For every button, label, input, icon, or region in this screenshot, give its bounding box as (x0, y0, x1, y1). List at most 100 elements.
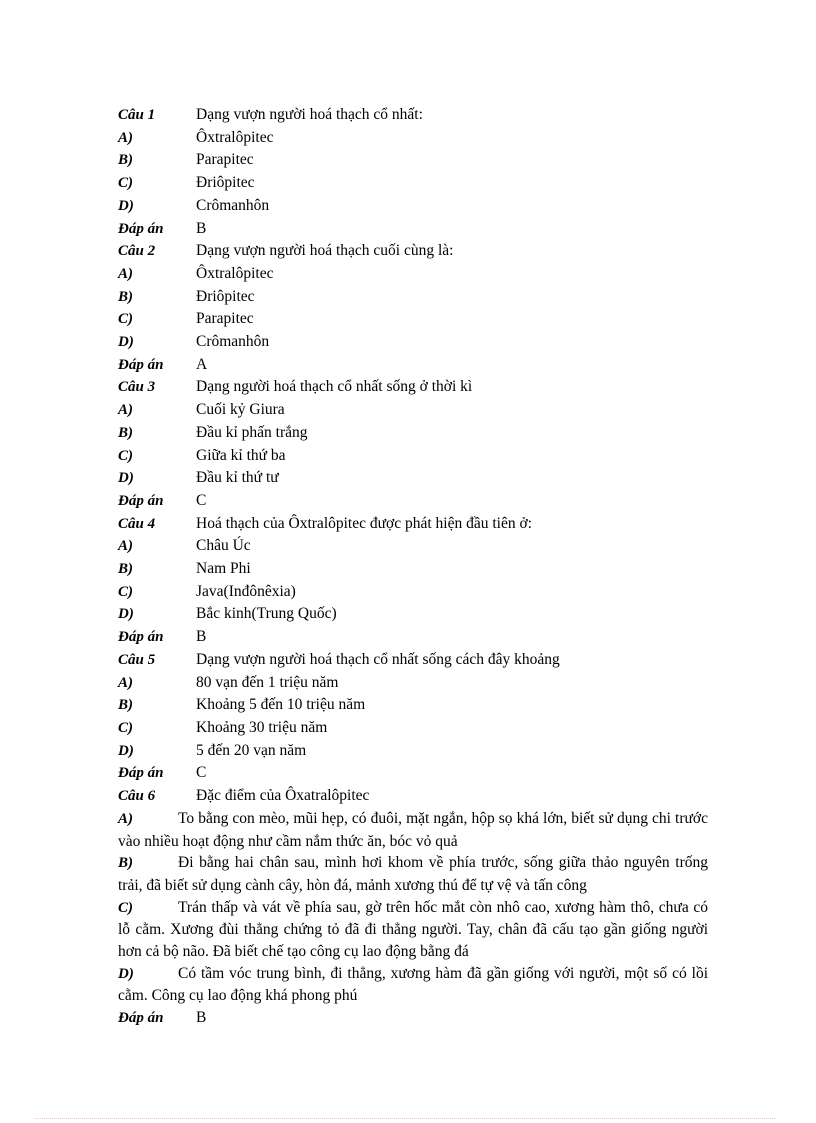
option-text: Ôxtralôpitec (196, 128, 274, 146)
question-prompt: Dạng người hoá thạch cổ nhất sống ở thời… (196, 378, 473, 396)
option-text: Có tầm vóc trung bình, đi thẳng, xương h… (118, 964, 708, 1005)
option-row[interactable]: D) Crômanhôn (118, 331, 708, 354)
option-text: Nam Phi (196, 560, 251, 578)
quiz-content: Câu 1 Dạng vượn người hoá thạch cổ nhất:… (118, 104, 708, 1030)
option-text: 5 đến 20 vạn năm (196, 741, 307, 759)
question-block: Câu 2 Dạng vượn người hoá thạch cuối cùn… (118, 240, 708, 376)
footer-dotted-rule (35, 1118, 775, 1119)
option-text: Đriôpitec (196, 174, 255, 192)
answer-value: B (196, 1009, 207, 1027)
answer-row: Đáp án C (118, 762, 708, 785)
question-number: Câu 5 (118, 651, 156, 668)
option-label: B) (118, 152, 133, 169)
option-row[interactable]: A) Ôxtralôpitec (118, 263, 708, 286)
option-row[interactable]: C) Đriôpitec (118, 172, 708, 195)
option-text: Parapitec (196, 151, 254, 169)
option-row[interactable]: C) Java(Inđônêxia) (118, 581, 708, 604)
question-number: Câu 3 (118, 379, 156, 396)
question-prompt-row: Câu 2 Dạng vượn người hoá thạch cuối cùn… (118, 240, 708, 263)
option-row[interactable]: D) Đầu kỉ thứ tư (118, 467, 708, 490)
option-row[interactable]: D) Crômanhôn (118, 195, 708, 218)
option-label: A) (118, 129, 133, 146)
question-prompt: Dạng vượn người hoá thạch cổ nhất: (196, 106, 423, 123)
option-row[interactable]: B) Khoảng 5 đến 10 triệu năm (118, 694, 708, 717)
option-label: D) (118, 742, 134, 759)
option-text: Châu Úc (196, 537, 251, 555)
option-row[interactable]: A) To bằng con mèo, mũi hẹp, có đuôi, mặt… (118, 808, 708, 852)
question-block: Câu 1 Dạng vượn người hoá thạch cổ nhất:… (118, 104, 708, 240)
option-label: D) (118, 470, 134, 487)
answer-label: Đáp án (118, 492, 164, 509)
question-number: Câu 4 (118, 515, 156, 532)
question-prompt: Đặc điểm của Ôxatralôpitec (196, 787, 370, 805)
option-label: D) (118, 606, 134, 623)
option-label: C) (118, 311, 133, 328)
option-text: Crômanhôn (196, 333, 270, 351)
option-label: B) (118, 288, 133, 305)
option-text: Ôxtralôpitec (196, 264, 274, 282)
option-text: Crômanhôn (196, 196, 270, 214)
option-row[interactable]: A) Cuối kỷ Giura (118, 399, 708, 422)
option-row[interactable]: D) Bắc kinh(Trung Quốc) (118, 603, 708, 626)
answer-row: Đáp án B (118, 1007, 708, 1030)
option-row[interactable]: A) Châu Úc (118, 535, 708, 558)
question-prompt-row: Câu 1 Dạng vượn người hoá thạch cổ nhất: (118, 104, 708, 127)
option-text: To bằng con mèo, mũi hẹp, có đuôi, mặt n… (118, 809, 708, 850)
option-label: A) (118, 265, 133, 282)
option-row[interactable]: D) 5 đến 20 vạn năm (118, 740, 708, 763)
option-row[interactable]: C) Parapitec (118, 308, 708, 331)
question-prompt-row: Câu 5 Dạng vượn người hoá thạch cổ nhất … (118, 649, 708, 672)
question-block: Câu 6 Đặc điểm của Ôxatralôpitec A) To bằ… (118, 785, 708, 1030)
option-row[interactable]: C) Giữa kỉ thứ ba (118, 445, 708, 468)
option-row[interactable]: C) Trán thấp và vát về phía sau, gờ trên … (118, 897, 708, 963)
option-text: Khoảng 5 đến 10 triệu năm (196, 696, 366, 714)
option-label: D) (118, 334, 134, 351)
option-text: Đầu kỉ phấn trắng (196, 423, 308, 441)
option-text: 80 vạn đến 1 triệu năm (196, 673, 339, 691)
option-row[interactable]: D) Có tầm vóc trung bình, đi thẳng, xương… (118, 963, 708, 1007)
question-block: Câu 4 Hoá thạch của Ôxtralôpitec được ph… (118, 513, 708, 649)
question-number: Câu 2 (118, 243, 156, 260)
option-text: Parapitec (196, 310, 254, 328)
answer-value: C (196, 491, 207, 509)
document-page: Câu 1 Dạng vượn người hoá thạch cổ nhất:… (0, 0, 816, 1123)
option-row[interactable]: B) Parapitec (118, 149, 708, 172)
question-block: Câu 5 Dạng vượn người hoá thạch cổ nhất … (118, 649, 708, 785)
answer-label: Đáp án (118, 220, 164, 237)
option-row[interactable]: C) Khoảng 30 triệu năm (118, 717, 708, 740)
option-row[interactable]: A) Ôxtralôpitec (118, 127, 708, 150)
option-row[interactable]: B) Đầu kỉ phấn trắng (118, 422, 708, 445)
option-label: B) (118, 697, 133, 714)
option-label: A) (118, 538, 133, 555)
option-label: B) (118, 424, 133, 441)
option-row[interactable]: A) 80 vạn đến 1 triệu năm (118, 672, 708, 695)
option-row[interactable]: B) Nam Phi (118, 558, 708, 581)
answer-label: Đáp án (118, 765, 164, 782)
question-prompt: Dạng vượn người hoá thạch cuối cùng là: (196, 242, 454, 260)
option-label: D) (118, 197, 134, 214)
option-label: C) (118, 719, 133, 736)
answer-value: A (196, 355, 208, 373)
question-block: Câu 3 Dạng người hoá thạch cổ nhất sống … (118, 376, 708, 512)
question-prompt-row: Câu 6 Đặc điểm của Ôxatralôpitec (118, 785, 708, 808)
option-label: A) (118, 674, 133, 691)
option-label: B) (118, 561, 133, 578)
answer-label: Đáp án (118, 356, 164, 373)
question-prompt: Hoá thạch của Ôxtralôpitec được phát hiệ… (196, 514, 532, 532)
answer-row: Đáp án C (118, 490, 708, 513)
option-text: Java(Inđônêxia) (196, 582, 296, 600)
option-label: A) (118, 402, 133, 419)
option-text: Đầu kỉ thứ tư (196, 469, 279, 487)
question-prompt: Dạng vượn người hoá thạch cổ nhất sống c… (196, 650, 560, 668)
option-label: C) (118, 583, 133, 600)
answer-value: C (196, 764, 207, 782)
option-row[interactable]: B) Đriôpitec (118, 286, 708, 309)
question-prompt-row: Câu 3 Dạng người hoá thạch cổ nhất sống … (118, 376, 708, 399)
option-text: Khoảng 30 triệu năm (196, 718, 328, 736)
option-text: Giữa kỉ thứ ba (196, 446, 286, 464)
answer-row: Đáp án B (118, 626, 708, 649)
answer-label: Đáp án (118, 1010, 164, 1027)
answer-label: Đáp án (118, 629, 164, 646)
answer-row: Đáp án B (118, 218, 708, 241)
option-row[interactable]: B) Đi bằng hai chân sau, mình hơi khom về… (118, 852, 708, 896)
